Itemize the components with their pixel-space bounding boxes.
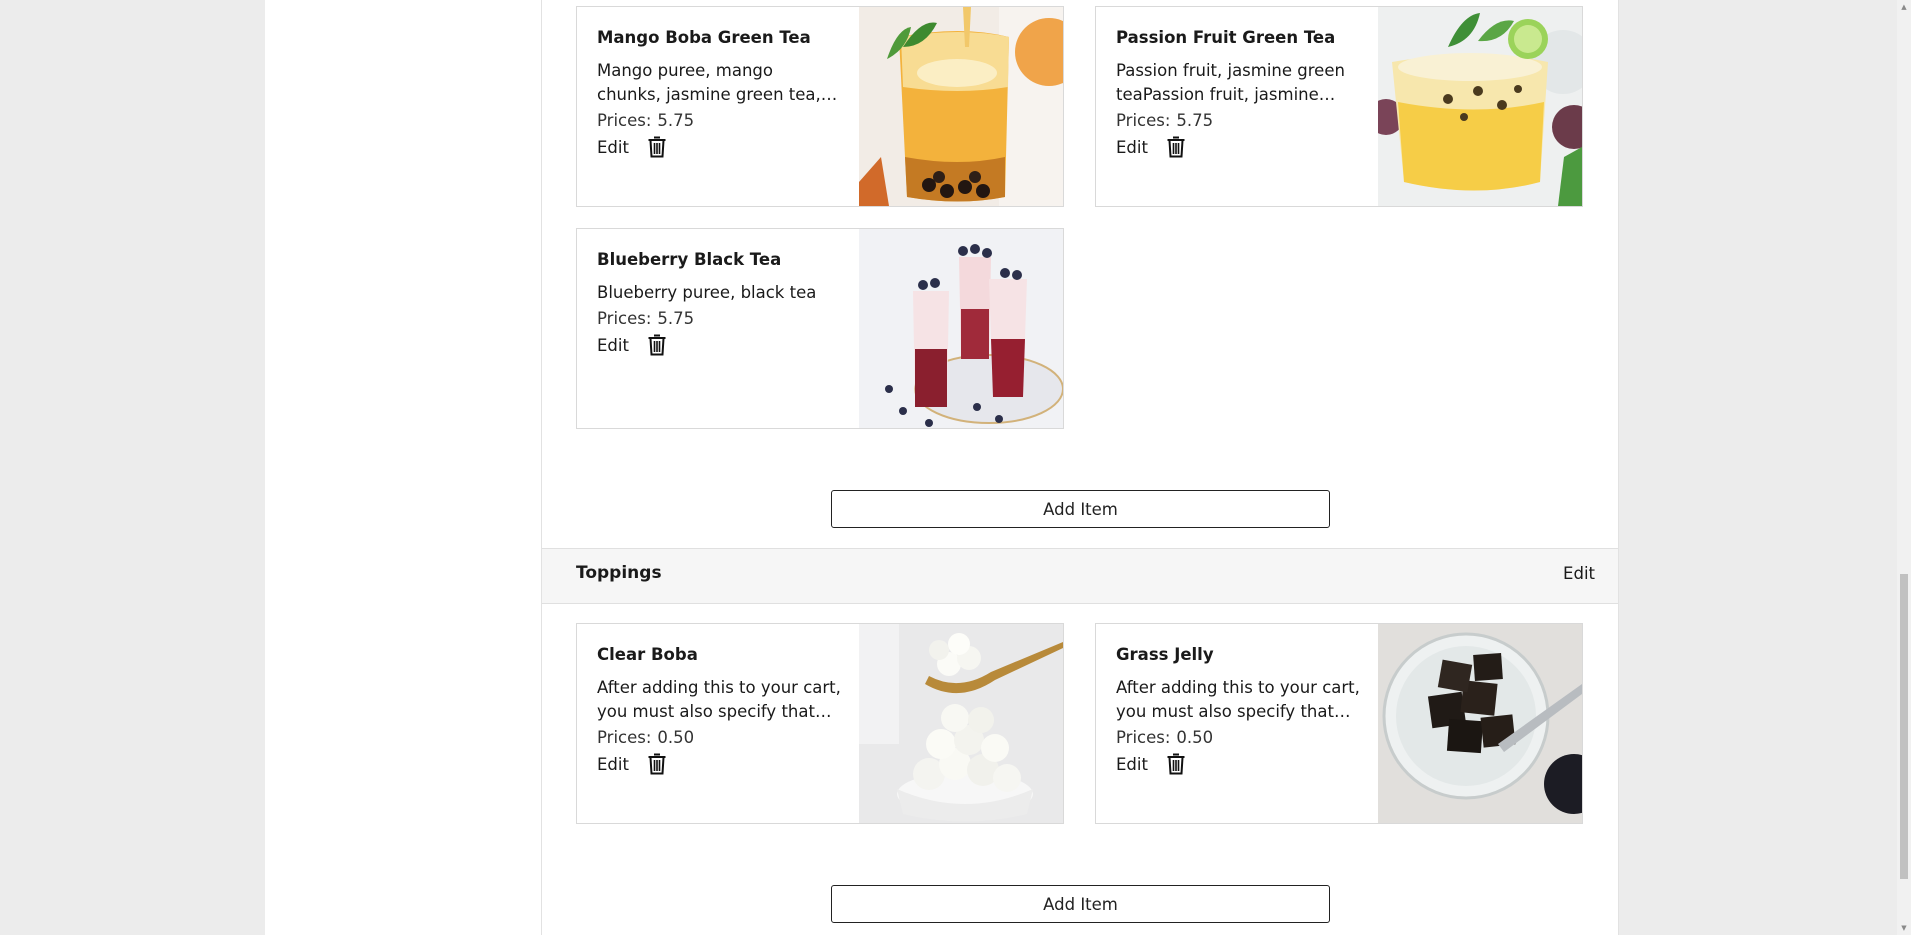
clear-boba-photo [859, 624, 1063, 823]
price-label: Prices: [1116, 728, 1171, 747]
price-value: 5.75 [657, 111, 695, 130]
scrollbar-thumb[interactable] [1900, 574, 1908, 879]
add-item-button[interactable]: Add Item [831, 885, 1330, 923]
edit-item-link[interactable]: Edit [597, 336, 629, 355]
grass-jelly-photo [1378, 624, 1582, 823]
add-item-button[interactable]: Add Item [831, 490, 1330, 528]
item-name: Grass Jelly [1116, 645, 1214, 664]
mango-boba-tea-photo [859, 7, 1063, 206]
add-item-label: Add Item [1043, 894, 1118, 914]
trash-icon[interactable] [647, 136, 667, 158]
edit-item-link[interactable]: Edit [597, 755, 629, 774]
item-name: Clear Boba [597, 645, 698, 664]
menu-item-card: Clear Boba After adding this to your car… [576, 623, 1064, 824]
passion-fruit-tea-photo [1378, 7, 1582, 206]
left-gutter [0, 0, 265, 935]
menu-item-card: Mango Boba Green Tea Mango puree, mango … [576, 6, 1064, 207]
edit-category-link[interactable]: Edit [1563, 564, 1595, 583]
edit-item-link[interactable]: Edit [1116, 755, 1148, 774]
item-price-row: Prices: 5.75 [597, 309, 842, 328]
item-name: Passion Fruit Green Tea [1116, 28, 1336, 47]
trash-icon[interactable] [647, 753, 667, 775]
edit-item-link[interactable]: Edit [597, 138, 629, 157]
price-value: 0.50 [1176, 728, 1214, 747]
scroll-up-arrow[interactable]: ▲ [1900, 3, 1908, 11]
item-price-row: Prices: 0.50 [1116, 728, 1361, 747]
scroll-down-arrow[interactable]: ▼ [1900, 924, 1908, 932]
price-label: Prices: [597, 111, 652, 130]
trash-icon[interactable] [647, 334, 667, 356]
category-title: Toppings [576, 563, 662, 583]
add-item-label: Add Item [1043, 499, 1118, 519]
item-description: Passion fruit, jasmine green teaPassion … [1116, 61, 1345, 104]
item-name: Blueberry Black Tea [597, 250, 782, 269]
edit-item-link[interactable]: Edit [1116, 138, 1148, 157]
right-gutter [1619, 0, 1897, 935]
item-price-row: Prices: 5.75 [1116, 111, 1361, 130]
menu-item-card: Grass Jelly After adding this to your ca… [1095, 623, 1583, 824]
menu-item-card: Blueberry Black Tea Blueberry puree, bla… [576, 228, 1064, 429]
price-label: Prices: [597, 309, 652, 328]
item-description: After adding this to your cart, you must… [1116, 678, 1360, 721]
item-price-row: Prices: 0.50 [597, 728, 842, 747]
item-description: After adding this to your cart, you must… [597, 678, 841, 721]
price-label: Prices: [1116, 111, 1171, 130]
trash-icon[interactable] [1166, 753, 1186, 775]
price-value: 5.75 [657, 309, 695, 328]
price-value: 5.75 [1176, 111, 1214, 130]
menu-item-card: Passion Fruit Green Tea Passion fruit, j… [1095, 6, 1583, 207]
item-description: Mango puree, mango chunks, jasmine green… [597, 61, 821, 104]
category-header-toppings: Toppings Edit [542, 548, 1618, 604]
price-value: 0.50 [657, 728, 695, 747]
item-name: Mango Boba Green Tea [597, 28, 811, 47]
blueberry-tea-photo [859, 229, 1063, 428]
trash-icon[interactable] [1166, 136, 1186, 158]
price-label: Prices: [597, 728, 652, 747]
item-price-row: Prices: 5.75 [597, 111, 842, 130]
item-description: Blueberry puree, black tea [597, 283, 817, 302]
